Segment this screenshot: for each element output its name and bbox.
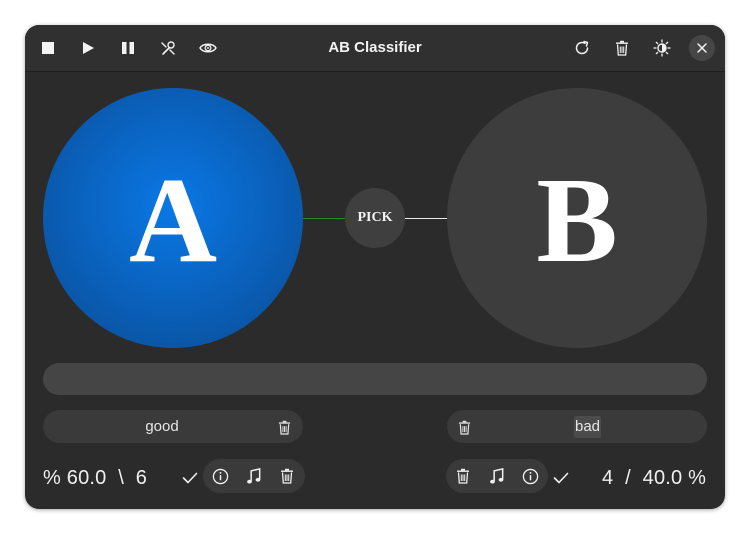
accept-a-button[interactable]	[179, 467, 201, 489]
eye-icon	[199, 43, 217, 53]
theme-button[interactable]	[647, 33, 677, 63]
pick-button[interactable]: PICK	[345, 188, 405, 248]
tools-icon	[161, 41, 175, 55]
music-a-button[interactable]	[242, 464, 266, 488]
refresh-icon	[575, 40, 589, 55]
info-a-button[interactable]	[208, 464, 232, 488]
stats-a-percent: 60.0	[66, 467, 107, 489]
info-icon	[212, 468, 228, 484]
info-b-button[interactable]	[518, 464, 542, 488]
trash-icon	[458, 420, 470, 435]
stats-a-separator: \	[118, 467, 125, 489]
trash-icon	[278, 420, 290, 435]
trash-icon	[616, 40, 628, 56]
play-button[interactable]	[73, 33, 103, 63]
stats-b-count: 4	[602, 467, 614, 489]
label-b-field[interactable]: bad	[447, 410, 707, 443]
stats-a-count: 6	[135, 467, 148, 489]
stats-b-percent: 40.0	[642, 467, 683, 489]
close-button[interactable]	[689, 35, 715, 61]
pick-label: PICK	[357, 210, 393, 225]
label-a-delete-button[interactable]	[274, 417, 294, 437]
refresh-button[interactable]	[567, 33, 597, 63]
check-icon	[182, 472, 198, 484]
stats-b-separator: /	[625, 467, 631, 489]
trash-icon	[457, 468, 469, 484]
choice-a-letter: A	[128, 153, 218, 288]
check-icon	[553, 472, 569, 484]
info-icon	[522, 468, 538, 484]
connector-b	[405, 218, 447, 219]
progress-bar	[43, 363, 707, 395]
actions-b-group	[446, 459, 548, 493]
close-icon	[697, 43, 707, 53]
stop-icon	[42, 42, 54, 54]
stats-a: % 60.0 \ 6	[43, 462, 147, 494]
actions-a-group	[203, 459, 305, 493]
stats-b-percent-symbol: %	[688, 467, 707, 489]
delete-all-button[interactable]	[607, 33, 637, 63]
delete-a-button[interactable]	[275, 464, 299, 488]
delete-b-button[interactable]	[451, 464, 475, 488]
choice-b-button[interactable]: B	[447, 88, 707, 348]
music-note-icon	[247, 467, 261, 484]
music-b-button[interactable]	[485, 464, 509, 488]
app-window: AB Classifier A PICK B good bad % 60.0 \…	[25, 25, 725, 509]
accept-b-button[interactable]	[550, 467, 572, 489]
stats-a-percent-symbol: %	[43, 467, 61, 489]
music-note-icon	[490, 467, 504, 484]
pause-button[interactable]	[113, 33, 143, 63]
tools-button[interactable]	[153, 33, 183, 63]
stop-button[interactable]	[33, 33, 63, 63]
label-b-text: bad	[574, 416, 602, 438]
header-bar: AB Classifier	[25, 25, 725, 72]
brightness-icon	[653, 39, 671, 57]
pause-icon	[122, 42, 134, 54]
eye-button[interactable]	[193, 33, 223, 63]
choice-b-letter: B	[536, 153, 618, 288]
connector-a	[303, 218, 345, 219]
trash-icon	[281, 468, 293, 484]
play-icon	[83, 42, 94, 54]
label-a-text: good	[145, 418, 179, 435]
label-a-field[interactable]: good	[43, 410, 303, 443]
label-b-delete-button[interactable]	[454, 417, 474, 437]
stats-b: 4 / 40.0 %	[602, 462, 706, 494]
choice-a-button[interactable]: A	[43, 88, 303, 348]
